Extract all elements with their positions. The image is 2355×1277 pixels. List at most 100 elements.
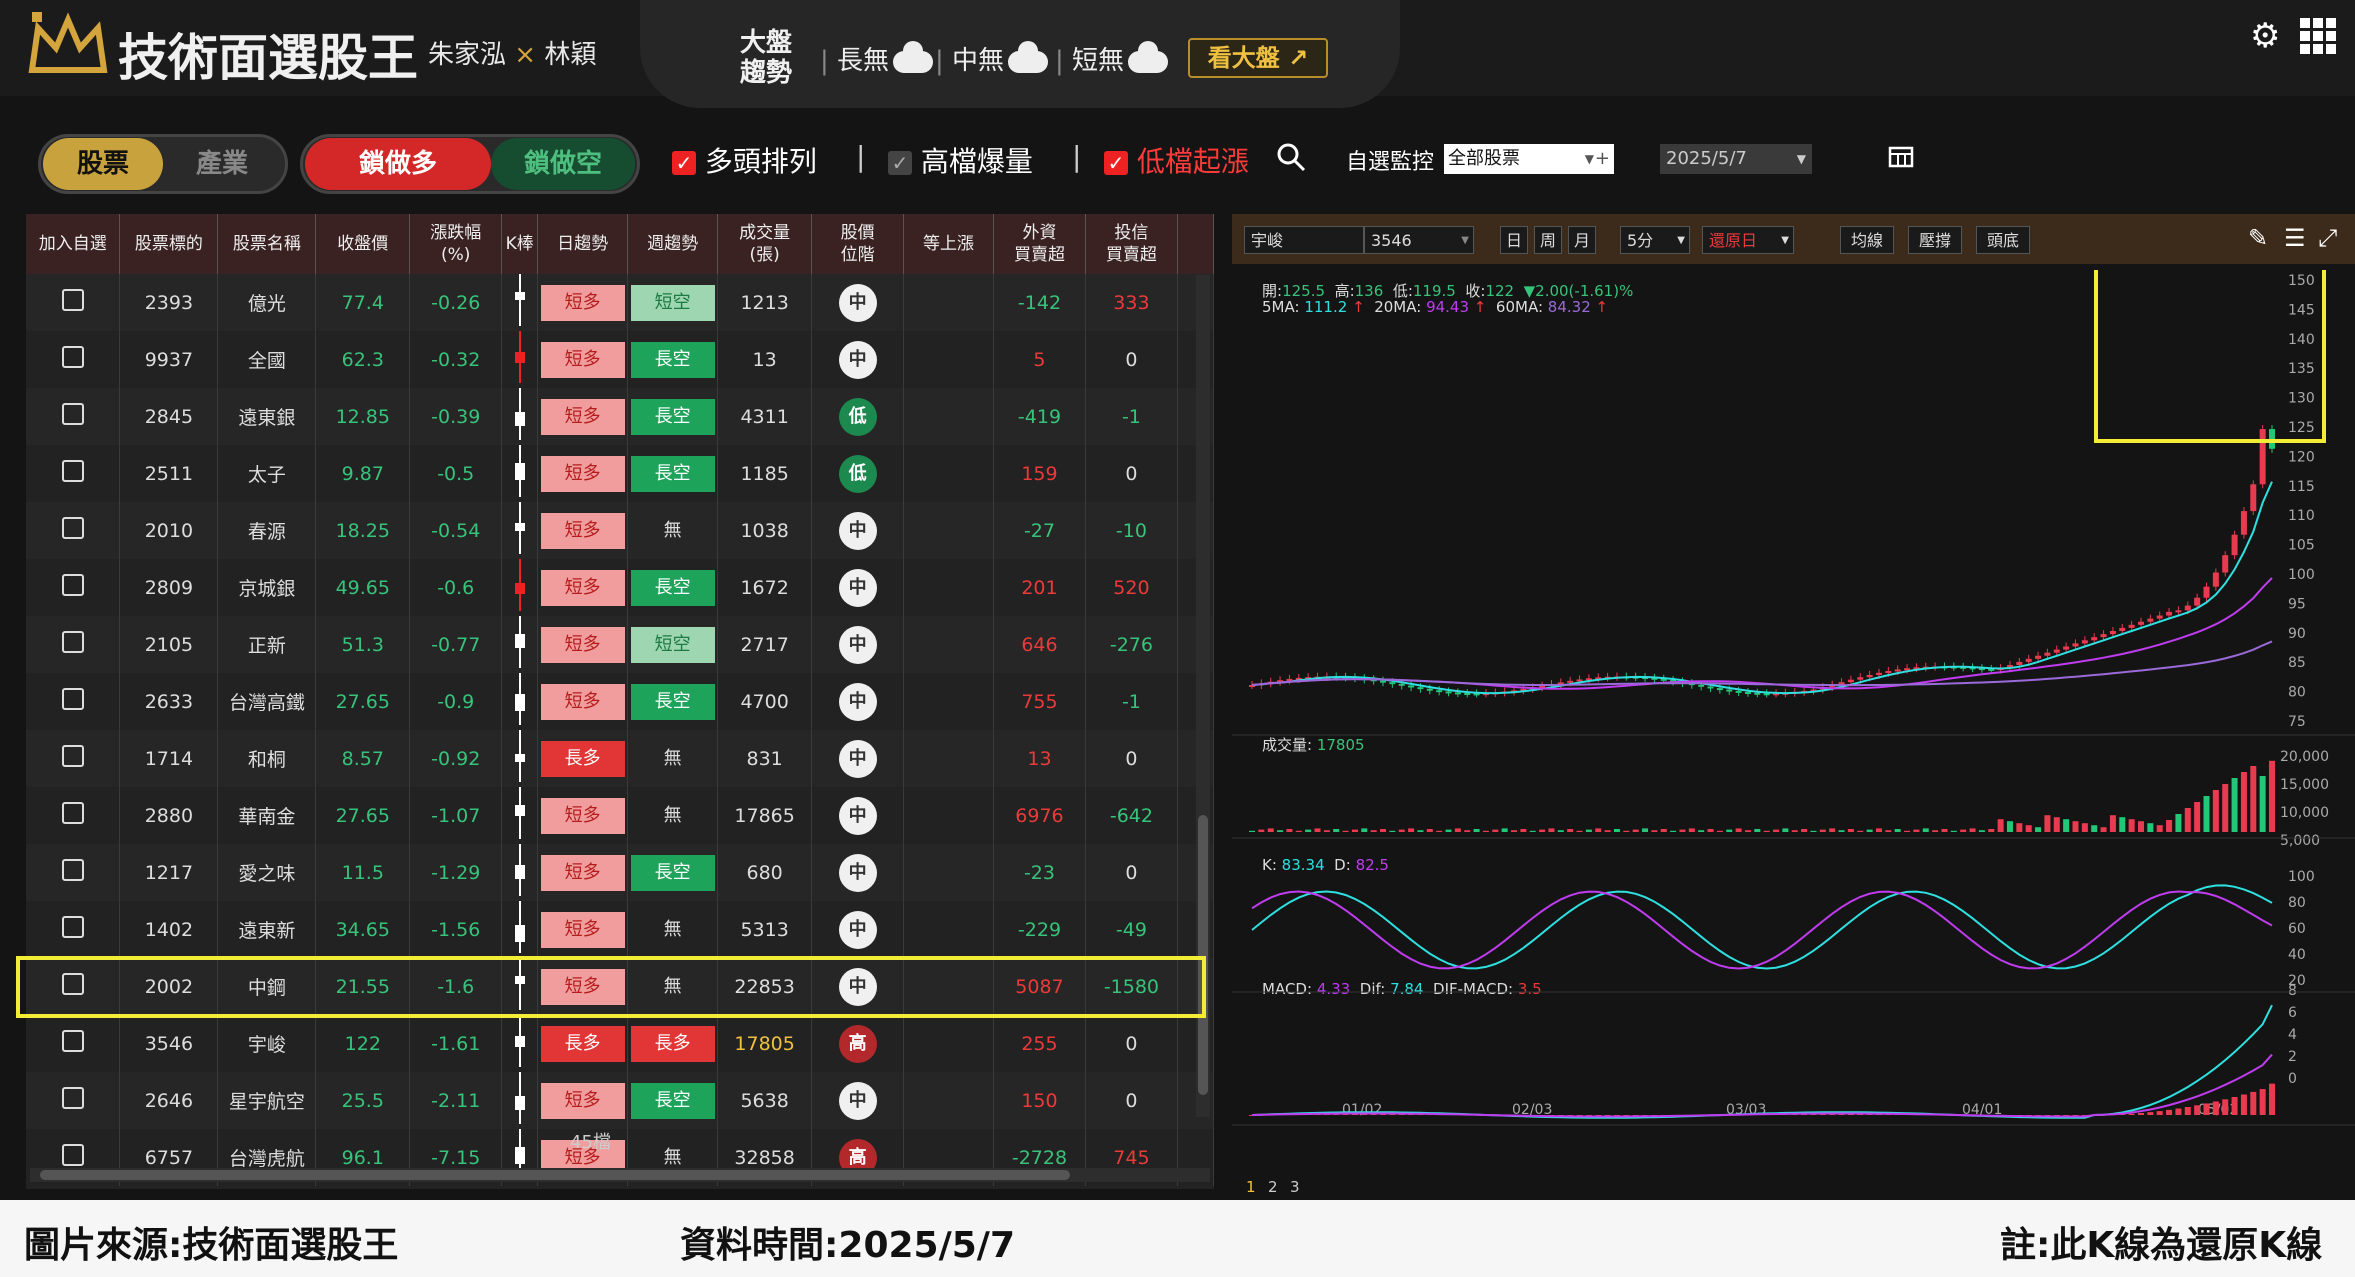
restore-select[interactable]: 還原日 ▼ (1702, 226, 1794, 254)
expand-icon[interactable]: ⤢ (2318, 224, 2337, 252)
interval-select[interactable]: 5分 ▼ (1620, 226, 1690, 254)
add-watchlist-checkbox[interactable] (61, 688, 84, 710)
cell-add[interactable] (26, 787, 121, 844)
add-watchlist-checkbox[interactable] (61, 403, 84, 425)
cell-add[interactable] (26, 331, 121, 388)
add-watchlist-checkbox[interactable] (61, 460, 84, 482)
daily-trend-tag: 長多 (540, 1025, 625, 1062)
table-row[interactable]: 2809 京城銀 49.65 -0.6 短多 長空 1672 中 201 520 (26, 559, 1215, 616)
table-row[interactable]: 2646 星宇航空 25.5 -2.11 短多 長空 5638 中 150 0 (26, 1072, 1215, 1129)
column-header[interactable]: 日趨勢 (537, 214, 629, 274)
add-watchlist-checkbox[interactable] (61, 517, 84, 539)
table-row[interactable]: 2633 台灣高鐵 27.65 -0.9 短多 長空 4700 中 755 -1 (26, 673, 1215, 730)
table-row[interactable]: 2010 春源 18.25 -0.54 短多 無 1038 中 -27 -10 (26, 502, 1215, 559)
volume-bar (1277, 830, 1284, 832)
add-watchlist-checkbox[interactable] (61, 802, 84, 824)
cell-add[interactable] (26, 616, 121, 673)
cell-add[interactable] (26, 1072, 121, 1129)
cell-add[interactable] (26, 901, 121, 958)
volume-bar (1258, 829, 1265, 832)
sliders-icon[interactable]: ☰ (2284, 224, 2306, 252)
table-horizontal-scrollbar[interactable] (30, 1168, 1210, 1182)
table-row[interactable]: 1714 和桐 8.57 -0.92 長多 無 831 中 13 0 (26, 730, 1215, 787)
add-watchlist-checkbox[interactable] (61, 346, 84, 368)
btn-head-bottom[interactable]: 頭底 (1976, 226, 2030, 254)
table-row[interactable]: 1217 愛之味 11.5 -1.29 短多 長空 680 中 -23 0 (26, 844, 1215, 901)
option-high-volume[interactable]: ✓ 高檔爆量 (888, 140, 1033, 180)
column-header[interactable]: 投信 買賣超 (1085, 214, 1178, 274)
date-picker[interactable]: 2025/5/7 ▼ (1660, 144, 1812, 174)
add-watchlist-checkbox[interactable] (61, 631, 84, 653)
add-watchlist-checkbox[interactable] (61, 1144, 84, 1166)
cell-add[interactable] (26, 274, 121, 331)
stock-chart[interactable]: 1501451401351301251201151101051009590858… (1232, 270, 2355, 1200)
column-header[interactable]: 週趨勢 (627, 214, 719, 274)
btn-week[interactable]: 周 (1534, 226, 1562, 254)
footer-source: 圖片來源:技術面選股王 (24, 1225, 399, 1266)
pen-icon[interactable]: ✎ (2248, 224, 2268, 252)
scroll-thumb[interactable] (1198, 815, 1208, 1095)
cell-add[interactable] (26, 502, 121, 559)
volume-bar (2091, 825, 2098, 832)
column-header[interactable]: 外資 買賣超 (993, 214, 1086, 274)
tab-industry[interactable]: 產業 (167, 138, 277, 190)
add-watchlist-checkbox[interactable] (61, 745, 84, 767)
add-watchlist-checkbox[interactable] (61, 1030, 84, 1052)
cell-volume: 1038 (717, 502, 813, 559)
btn-month[interactable]: 月 (1568, 226, 1596, 254)
table-row[interactable]: 2105 正新 51.3 -0.77 短多 短空 2717 中 646 -276 (26, 616, 1215, 673)
candle-icon (514, 274, 525, 326)
column-header[interactable]: 等上漲 (903, 214, 994, 274)
column-header[interactable]: 漲跌幅 (%) (409, 214, 503, 274)
cell-add[interactable] (26, 730, 121, 787)
column-header[interactable]: 收盤價 (315, 214, 411, 274)
table-row[interactable]: 1402 遠東新 34.65 -1.56 短多 無 5313 中 -229 -49 (26, 901, 1215, 958)
scroll-thumb[interactable] (40, 1170, 1070, 1180)
table-row[interactable]: 2393 億光 77.4 -0.26 短多 短空 1213 中 -142 333 (26, 274, 1215, 331)
add-watchlist-checkbox[interactable] (61, 289, 84, 311)
add-watchlist-checkbox[interactable] (61, 1087, 84, 1109)
chart-stock-name[interactable]: 宇峻 (1244, 226, 1364, 254)
volume-bar (1819, 829, 1826, 832)
tab-stock[interactable]: 股票 (43, 138, 163, 190)
column-header[interactable]: 成交量 (張) (717, 214, 813, 274)
add-watchlist-checkbox[interactable] (61, 859, 84, 881)
column-header[interactable]: 股票標的 (119, 214, 219, 274)
columns-settings-icon[interactable] (1888, 146, 1916, 170)
table-row[interactable]: 2845 遠東銀 12.85 -0.39 短多 長空 4311 低 -419 -1 (26, 388, 1215, 445)
cell-add[interactable] (26, 445, 121, 502)
option-bull-alignment[interactable]: ✓ 多頭排列 (672, 140, 817, 180)
column-header[interactable]: 股價 位階 (811, 214, 905, 274)
add-watchlist-checkbox[interactable] (61, 916, 84, 938)
add-watchlist-checkbox[interactable] (61, 574, 84, 596)
column-header[interactable]: 加入自選 (26, 214, 121, 274)
volume-bar (1997, 819, 2004, 832)
column-header[interactable]: K棒 (501, 214, 539, 274)
gear-icon[interactable]: ⚙ (2250, 16, 2280, 56)
chart-stock-code[interactable]: 3546 ▼ (1364, 226, 1474, 254)
btn-ma[interactable]: 均線 (1840, 226, 1894, 254)
cell-level: 中 (811, 787, 905, 844)
lock-short-button[interactable]: 鎖做空 (491, 138, 635, 190)
apps-grid-icon[interactable] (2300, 18, 2336, 54)
volume-bar (1249, 830, 1255, 832)
cell-add[interactable] (26, 388, 121, 445)
column-header[interactable]: 股票名稱 (217, 214, 317, 274)
table-row[interactable]: 3546 宇峻 122 -1.61 長多 長多 17805 高 255 0 (26, 1015, 1215, 1072)
btn-day[interactable]: 日 (1500, 226, 1528, 254)
see-market-button[interactable]: 看大盤 ↗ (1188, 38, 1328, 78)
search-icon[interactable] (1276, 142, 1306, 172)
option-low-rally[interactable]: ✓ 低檔起漲 (1104, 140, 1249, 180)
cell-add[interactable] (26, 559, 121, 616)
cell-add[interactable] (26, 1015, 121, 1072)
btn-pressure[interactable]: 壓撐 (1908, 226, 1962, 254)
cell-add[interactable] (26, 844, 121, 901)
stock-code: 6757 (144, 1146, 194, 1169)
stock-name: 台灣高鐵 (228, 692, 305, 714)
lock-long-button[interactable]: 鎖做多 (305, 138, 491, 190)
table-row[interactable]: 2511 太子 9.87 -0.5 短多 長空 1185 低 159 0 (26, 445, 1215, 502)
cell-add[interactable] (26, 673, 121, 730)
table-row[interactable]: 9937 全國 62.3 -0.32 短多 長空 13 中 5 0 (26, 331, 1215, 388)
watch-select[interactable]: 全部股票 ▼ + (1444, 144, 1614, 174)
table-row[interactable]: 2880 華南金 27.65 -1.07 短多 無 17865 中 6976 -642 (26, 787, 1215, 844)
